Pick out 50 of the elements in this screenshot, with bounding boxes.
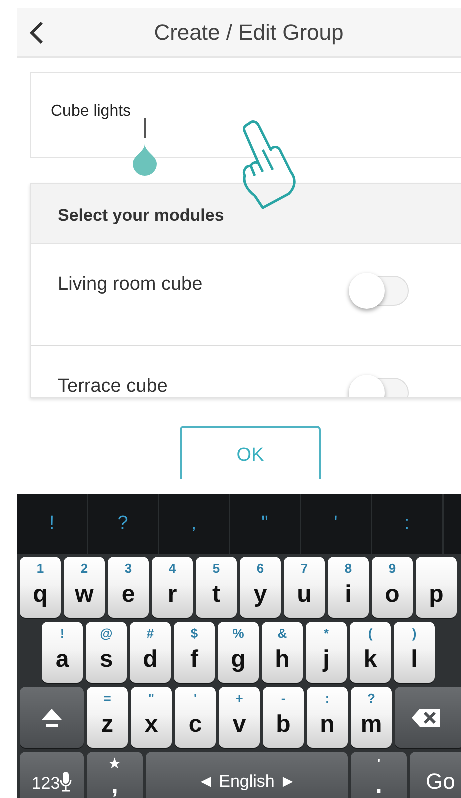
keyboard-key[interactable]: ? m: [351, 687, 392, 748]
comma-key[interactable]: ★ ,: [87, 752, 143, 798]
space-key[interactable]: ◄ English ►: [146, 752, 348, 798]
keyboard-key[interactable]: " x: [131, 687, 172, 748]
screen-title: Create / Edit Group: [153, 18, 345, 47]
suggestion-key[interactable]: ?: [88, 494, 159, 554]
keyboard-key[interactable]: & h: [262, 622, 303, 683]
keyboard-key[interactable]: ' c: [175, 687, 216, 748]
suggestion-key[interactable]: ,: [159, 494, 230, 554]
keyboard-key[interactable]: 7 u: [284, 557, 325, 618]
keyboard-key[interactable]: 4 r: [152, 557, 193, 618]
shift-icon: [41, 707, 63, 730]
text-cursor: [144, 118, 146, 138]
suggestion-key[interactable]: :: [372, 494, 443, 554]
keyboard-key[interactable]: p: [416, 557, 457, 618]
suggestion-key[interactable]: !: [17, 494, 88, 554]
symbols-key[interactable]: 123: [20, 752, 84, 798]
keyboard-key[interactable]: @ s: [86, 622, 127, 683]
keyboard-key[interactable]: + v: [219, 687, 260, 748]
section-header: Select your modules: [31, 184, 461, 244]
keyboard-key[interactable]: 1 q: [20, 557, 61, 618]
toggle-switch[interactable]: [349, 272, 411, 308]
backspace-key[interactable]: [395, 687, 461, 748]
keyboard-key[interactable]: * j: [306, 622, 347, 683]
keyboard-key[interactable]: 3 e: [108, 557, 149, 618]
keyboard-key[interactable]: 5 t: [196, 557, 237, 618]
keyboard-key[interactable]: % g: [218, 622, 259, 683]
backspace-icon: [411, 708, 441, 728]
module-name: Living room cube: [58, 273, 203, 297]
keyboard-key[interactable]: = z: [87, 687, 128, 748]
module-name: Terrace cube: [58, 375, 168, 397]
name-input-field[interactable]: Cube lights: [30, 72, 461, 158]
shift-key[interactable]: [20, 687, 84, 748]
cursor-handle[interactable]: [132, 144, 158, 176]
suggestion-key[interactable]: ': [301, 494, 372, 554]
keyboard-key[interactable]: $ f: [174, 622, 215, 683]
period-key[interactable]: ' .: [351, 752, 407, 798]
suggestion-key[interactable]: ": [230, 494, 301, 554]
microphone-icon: [60, 772, 72, 792]
keyboard-key[interactable]: 6 y: [240, 557, 281, 618]
go-key[interactable]: Go: [410, 752, 461, 798]
keyboard-key[interactable]: 2 w: [64, 557, 105, 618]
keyboard-key[interactable]: ) l: [394, 622, 435, 683]
keyboard-key[interactable]: ! a: [42, 622, 83, 683]
keyboard-key[interactable]: ( k: [350, 622, 391, 683]
keyboard-key[interactable]: - b: [263, 687, 304, 748]
keyboard-key[interactable]: 9 o: [372, 557, 413, 618]
keyboard-key[interactable]: 8 i: [328, 557, 369, 618]
keyboard-key[interactable]: : n: [307, 687, 348, 748]
keyboard-key[interactable]: # d: [130, 622, 171, 683]
